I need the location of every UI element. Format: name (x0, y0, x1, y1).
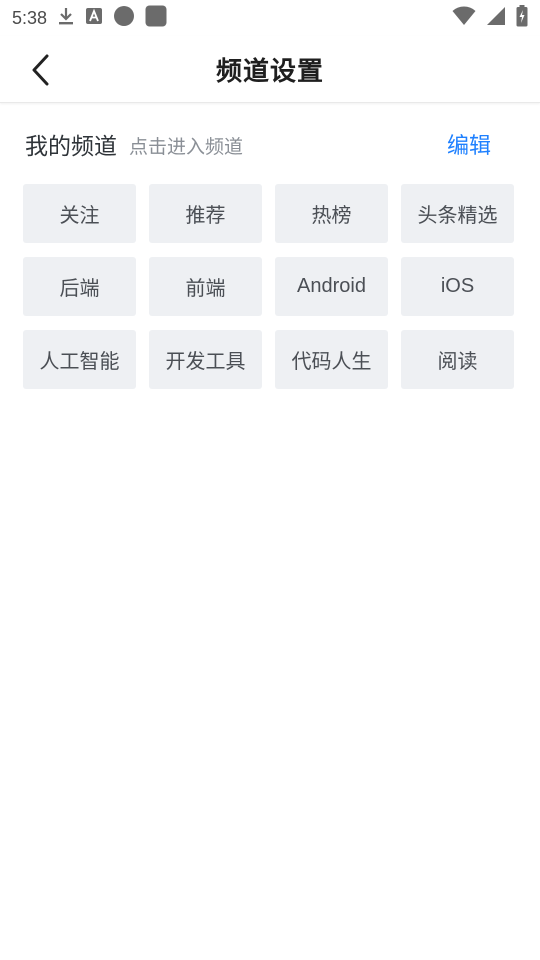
circle-icon (113, 5, 135, 32)
edit-button[interactable]: 编辑 (447, 128, 491, 160)
channel-grid: 关注 推荐 热榜 头条精选 后端 前端 Android iOS 人工智能 开发工… (23, 184, 515, 389)
back-button[interactable] (22, 52, 58, 88)
battery-charging-icon (516, 4, 528, 32)
channel-chip-rengong-zhineng[interactable]: 人工智能 (23, 330, 136, 389)
channel-chip-rebang[interactable]: 热榜 (275, 184, 388, 243)
channel-chip-ios[interactable]: iOS (401, 257, 514, 316)
channel-chip-qianduan[interactable]: 前端 (149, 257, 262, 316)
chevron-left-icon (32, 54, 49, 86)
download-icon (57, 6, 75, 31)
my-channels-title: 我的频道 (25, 134, 117, 160)
channel-chip-android[interactable]: Android (275, 257, 388, 316)
channel-chip-toutiao-jingxuan[interactable]: 头条精选 (401, 184, 514, 243)
channel-chip-tuijian[interactable]: 推荐 (149, 184, 262, 243)
signal-icon (486, 6, 506, 31)
status-left: 5:38 (12, 5, 167, 32)
square-icon (145, 5, 167, 32)
my-channels-hint: 点击进入频道 (129, 135, 244, 158)
channel-chip-guanzhu[interactable]: 关注 (23, 184, 136, 243)
channel-chip-houduan[interactable]: 后端 (23, 257, 136, 316)
status-right (452, 4, 528, 32)
my-channels-header: 我的频道 点击进入频道 编辑 (25, 126, 515, 162)
app-bar: 频道设置 (0, 36, 540, 103)
channel-settings-screen: 5:38 频道设置 我的频道 点击进入频道 编辑 关注 推荐 热榜 头条精选 后… (0, 0, 540, 960)
page-title: 频道设置 (215, 56, 324, 87)
channel-chip-yuedu[interactable]: 阅读 (401, 330, 514, 389)
font-a-icon (85, 7, 103, 30)
channel-chip-kaifa-gongju[interactable]: 开发工具 (149, 330, 262, 389)
status-bar: 5:38 (0, 0, 540, 36)
wifi-icon (452, 6, 476, 31)
status-time: 5:38 (12, 7, 48, 28)
channel-chip-daima-rensheng[interactable]: 代码人生 (275, 330, 388, 389)
